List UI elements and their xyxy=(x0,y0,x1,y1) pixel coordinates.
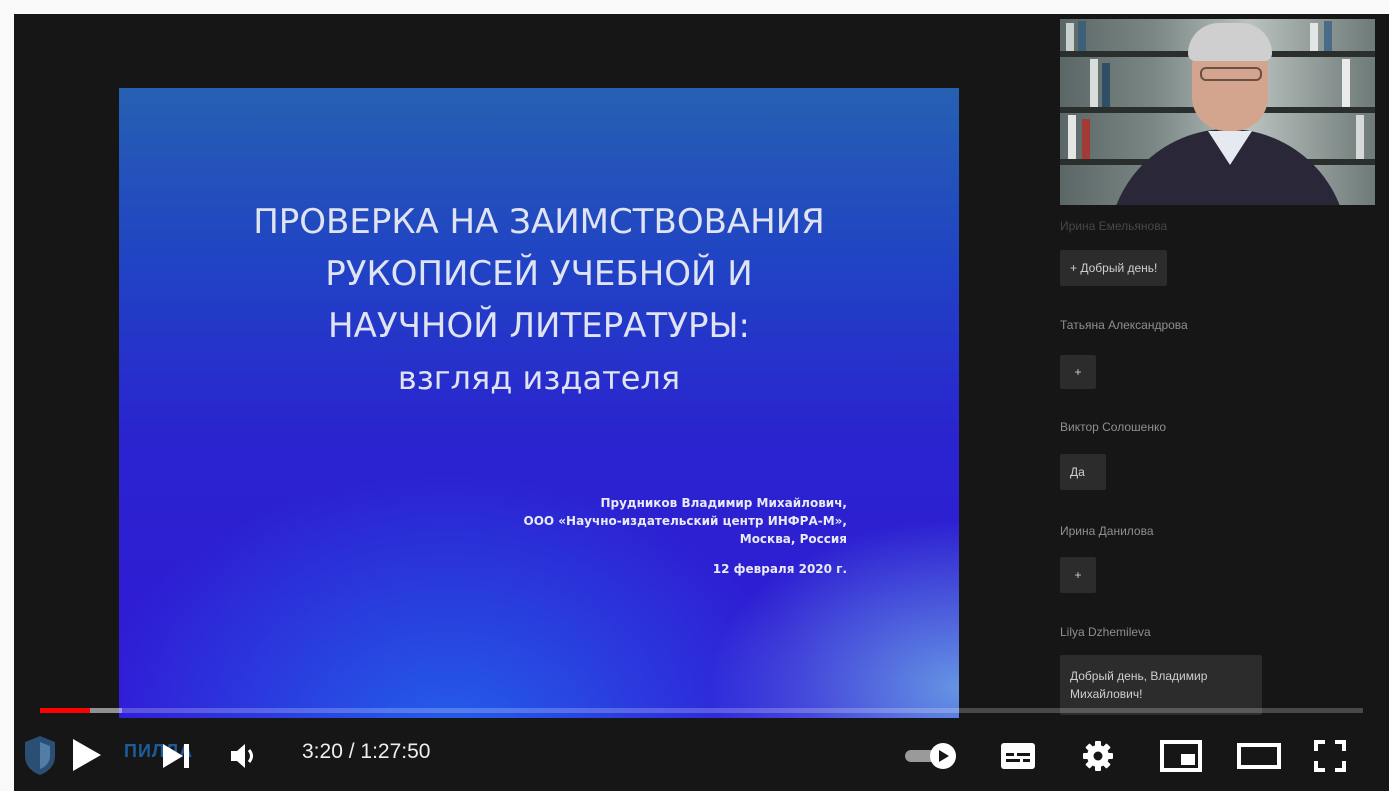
slide-title-line: НАУЧНОЙ ЛИТЕРАТУРЫ: xyxy=(328,306,750,346)
subtitles-button[interactable] xyxy=(996,738,1040,774)
chat-message: + Добрый день! xyxy=(1060,250,1168,286)
slide-location: Москва, Россия xyxy=(739,532,847,546)
miniplayer-icon xyxy=(1160,740,1202,772)
theater-mode-button[interactable] xyxy=(1234,736,1284,776)
progress-played xyxy=(40,708,91,713)
subtitles-icon xyxy=(1001,743,1035,769)
duration: 1:27:50 xyxy=(360,740,431,763)
next-button[interactable] xyxy=(156,738,196,774)
fullscreen-icon xyxy=(1314,740,1346,772)
chat-author: Татьяна Александрова xyxy=(1060,318,1188,332)
autoplay-toggle-icon xyxy=(905,743,956,769)
channel-logo-icon xyxy=(25,736,55,775)
fullscreen-button[interactable] xyxy=(1308,736,1352,776)
chat-author: Ирина Емельянова xyxy=(1060,219,1168,233)
chat-author: Виктор Солошенко xyxy=(1060,420,1167,434)
volume-button[interactable] xyxy=(226,738,260,774)
time-separator: / xyxy=(348,740,355,763)
slide-organization: ООО «Научно-издательский центр ИНФРА-М», xyxy=(523,514,848,528)
slide-subtitle: взгляд издателя xyxy=(397,359,681,397)
volume-icon xyxy=(231,744,253,768)
miniplayer-button[interactable] xyxy=(1156,736,1206,776)
video-player[interactable]: ПРОВЕРКА НА ЗАИМСТВОВАНИЯ РУКОПИСЕЙ УЧЕБ… xyxy=(14,14,1389,791)
gear-icon xyxy=(1083,741,1113,771)
next-icon xyxy=(163,744,189,768)
chat-author: Lilya Dzhemileva xyxy=(1060,625,1151,639)
chat-message: + xyxy=(1060,557,1096,593)
time-display: 3:20 / 1:27:50 xyxy=(302,740,430,764)
chat-message: Да xyxy=(1060,454,1106,490)
speaker-webcam xyxy=(1060,19,1375,205)
autoplay-toggle[interactable] xyxy=(902,738,960,774)
progress-bar[interactable] xyxy=(40,708,1363,713)
slide-title-line: РУКОПИСЕЙ УЧЕБНОЙ И xyxy=(325,254,753,294)
chat-message: + xyxy=(1060,355,1096,389)
chat-message: Добрый день, Владимир Михайлович! xyxy=(1060,655,1262,715)
presentation-slide: ПРОВЕРКА НА ЗАИМСТВОВАНИЯ РУКОПИСЕЙ УЧЕБ… xyxy=(119,88,959,718)
play-button[interactable] xyxy=(66,734,106,776)
theater-icon xyxy=(1237,743,1281,769)
play-icon xyxy=(73,739,101,771)
chat-author: Ирина Данилова xyxy=(1060,524,1154,538)
current-time: 3:20 xyxy=(302,740,343,763)
slide-title: ПРОВЕРКА НА ЗАИМСТВОВАНИЯ РУКОПИСЕЙ УЧЕБ… xyxy=(119,196,959,404)
slide-title-line: ПРОВЕРКА НА ЗАИМСТВОВАНИЯ xyxy=(253,202,825,242)
slide-date: 12 февраля 2020 г. xyxy=(712,562,847,576)
slide-author: Прудников Владимир Михайлович, xyxy=(600,496,847,510)
settings-button[interactable] xyxy=(1078,736,1118,776)
